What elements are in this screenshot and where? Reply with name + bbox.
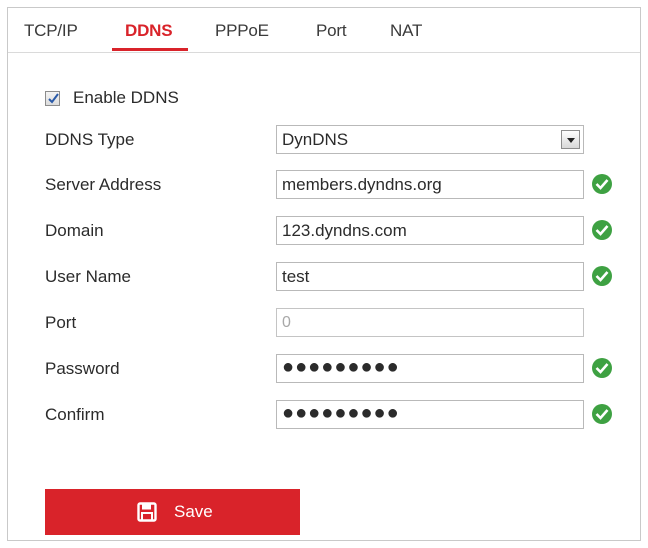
confirm-label: Confirm bbox=[45, 405, 105, 424]
tab-ddns[interactable]: DDNS bbox=[125, 20, 173, 42]
save-button[interactable]: Save bbox=[45, 489, 300, 535]
user-name-input[interactable]: test bbox=[276, 262, 584, 291]
user-name-label: User Name bbox=[45, 267, 131, 286]
domain-label: Domain bbox=[45, 221, 104, 240]
enable-ddns-label: Enable DDNS bbox=[73, 88, 179, 107]
ddns-type-select[interactable]: DynDNS bbox=[276, 125, 584, 154]
tab-nat[interactable]: NAT bbox=[390, 20, 422, 42]
check-circle-icon bbox=[592, 266, 612, 286]
tab-bar: TCP/IP DDNS PPPoE Port NAT bbox=[8, 8, 640, 53]
password-input[interactable]: ●●●●●●●●● bbox=[276, 354, 584, 383]
tab-port[interactable]: Port bbox=[316, 20, 347, 42]
enable-ddns-checkbox[interactable] bbox=[45, 91, 60, 106]
server-address-input[interactable]: members.dyndns.org bbox=[276, 170, 584, 199]
check-icon bbox=[48, 93, 59, 104]
port-label: Port bbox=[45, 313, 77, 332]
ddns-type-value: DynDNS bbox=[282, 130, 349, 149]
check-circle-icon bbox=[592, 174, 612, 194]
tab-tcp-ip[interactable]: TCP/IP bbox=[24, 20, 78, 42]
active-tab-indicator bbox=[112, 48, 188, 51]
port-input[interactable]: 0 bbox=[276, 308, 584, 337]
check-circle-icon bbox=[592, 220, 612, 240]
confirm-password-input[interactable]: ●●●●●●●●● bbox=[276, 400, 584, 429]
save-label: Save bbox=[174, 502, 213, 521]
server-address-label: Server Address bbox=[45, 175, 162, 194]
floppy-disk-icon bbox=[137, 502, 157, 522]
domain-input[interactable]: 123.dyndns.com bbox=[276, 216, 584, 245]
chevron-down-icon[interactable] bbox=[561, 130, 580, 149]
password-label: Password bbox=[45, 359, 120, 378]
ddns-type-label: DDNS Type bbox=[45, 130, 135, 149]
tab-pppoe[interactable]: PPPoE bbox=[215, 20, 269, 42]
check-circle-icon bbox=[592, 404, 612, 424]
ddns-settings-panel: TCP/IP DDNS PPPoE Port NAT Enable DDNS D… bbox=[7, 7, 641, 541]
check-circle-icon bbox=[592, 358, 612, 378]
